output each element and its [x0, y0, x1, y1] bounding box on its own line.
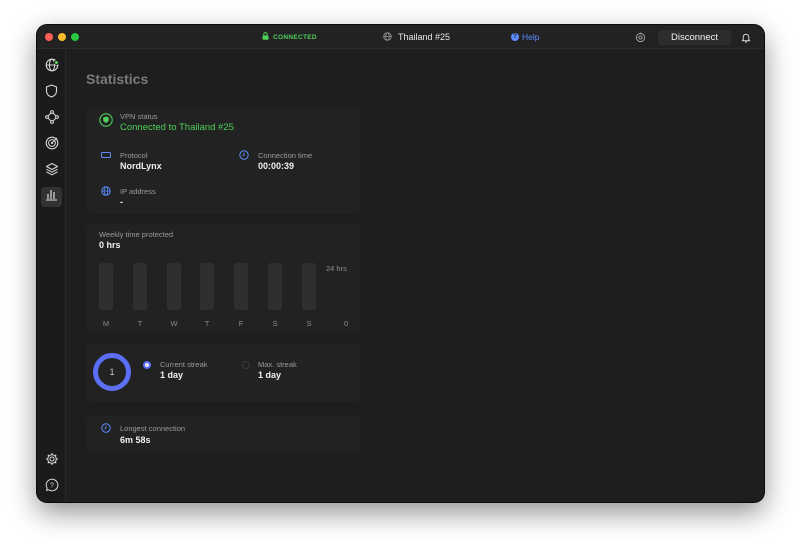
server-name: Thailand #25 [398, 32, 451, 42]
weekly-bar [200, 263, 214, 310]
close-window-button[interactable] [45, 33, 53, 41]
question-icon: ? [511, 33, 519, 41]
longest-connection-card: Longest connection 6m 58s [86, 416, 360, 453]
weekly-time-label: Weekly time protected [99, 230, 174, 239]
disconnect-button[interactable]: Disconnect [658, 30, 731, 45]
protocol-icon [101, 151, 111, 159]
zoom-window-button[interactable] [71, 33, 79, 41]
connection-status: CONNECTED [262, 32, 317, 42]
sidebar-item-meshnet[interactable] [41, 109, 62, 129]
weekly-time-card: Weekly time protected 0 hrs 24 hrs 0 M T W… [86, 224, 360, 333]
current-streak-value: 1 day [160, 370, 184, 380]
vpn-status-label: VPN status [120, 112, 158, 121]
streak-card: 1 Current streak 1 day Max. streak 1 day [86, 343, 360, 402]
connection-time-label: Connection time [258, 151, 313, 160]
weekday-label: S [272, 319, 278, 328]
help-label: Help [522, 32, 540, 42]
max-streak-indicator [242, 361, 250, 369]
vpn-status-value: Connected to Thailand #25 [120, 122, 234, 133]
globe-icon [101, 186, 111, 196]
sidebar-item-threat-protection[interactable] [41, 83, 62, 103]
ip-address-label: IP address [120, 187, 156, 196]
minimize-window-button[interactable] [58, 33, 66, 41]
axis-min-label: 0 [344, 319, 349, 328]
weekday-label: M [102, 319, 110, 328]
shield-check-icon [99, 113, 113, 127]
shield-icon [45, 83, 58, 103]
protocol-value: NordLynx [120, 161, 162, 171]
gear-icon [45, 452, 59, 471]
lock-icon [262, 32, 269, 42]
page-title: Statistics [86, 71, 149, 87]
sidebar-item-layers[interactable] [41, 161, 62, 181]
server-selector[interactable]: Thailand #25 [383, 31, 450, 43]
weekly-bar [268, 263, 282, 310]
ip-address-value: - [120, 197, 123, 207]
sidebar-item-statistics[interactable] [41, 187, 62, 207]
clock-icon [239, 150, 249, 160]
sidebar: ? [37, 49, 66, 502]
weekday-label: T [204, 319, 210, 328]
weekly-bar [99, 263, 113, 310]
sidebar-item-target[interactable] [41, 135, 62, 155]
weekday-label: W [170, 319, 178, 328]
current-streak-indicator [143, 361, 151, 369]
target-icon [45, 136, 59, 155]
protocol-label: Protocol [120, 151, 148, 160]
max-streak-value: 1 day [258, 370, 282, 380]
dark-web-monitor-icon[interactable] [634, 31, 646, 43]
meshnet-icon [44, 109, 59, 129]
title-bar: CONNECTED Thailand #25 ? Help Disconnect [37, 25, 764, 49]
vpn-status-card: VPN status Connected to Thailand #25 Pro… [86, 107, 360, 214]
connected-indicator-dot [54, 60, 59, 65]
svg-text:?: ? [50, 482, 54, 489]
help-bubble-icon: ? [45, 478, 59, 497]
weekday-label: S [306, 319, 312, 328]
weekly-bar [167, 263, 181, 310]
sidebar-item-settings[interactable] [41, 451, 62, 471]
help-link[interactable]: ? Help [511, 31, 539, 43]
sidebar-item-help[interactable]: ? [41, 477, 62, 497]
connection-status-text: CONNECTED [273, 33, 317, 41]
globe-icon [383, 31, 392, 43]
connection-time-value: 00:00:39 [258, 161, 295, 171]
sidebar-item-globe[interactable] [41, 57, 62, 77]
bar-chart-icon [45, 188, 58, 206]
longest-connection-value: 6m 58s [120, 435, 151, 445]
weekday-label: F [238, 319, 244, 328]
weekly-bar [234, 263, 248, 310]
weekly-time-value: 0 hrs [99, 240, 121, 250]
longest-connection-label: Longest connection [120, 424, 186, 433]
current-streak-label: Current streak [160, 360, 208, 369]
app-window: CONNECTED Thailand #25 ? Help Disconnect [37, 25, 764, 502]
clock-icon [101, 423, 111, 433]
layers-icon [45, 162, 59, 181]
weekly-bar [302, 263, 316, 310]
weekly-bar [133, 263, 147, 310]
weekday-label: T [137, 319, 143, 328]
axis-max-label: 24 hrs [326, 264, 347, 273]
streak-ring: 1 [93, 353, 131, 391]
max-streak-label: Max. streak [258, 360, 297, 369]
bell-icon[interactable] [740, 31, 752, 43]
